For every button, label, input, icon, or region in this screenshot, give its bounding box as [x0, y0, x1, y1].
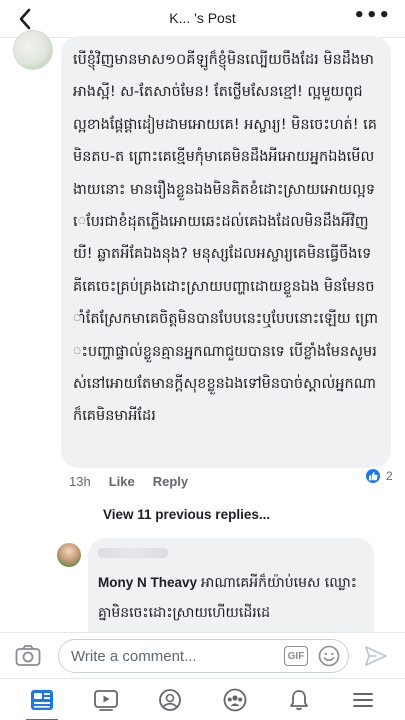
reaction-summary[interactable]: 2 — [364, 467, 393, 485]
more-options-button[interactable]: ••• — [353, 5, 391, 26]
send-button[interactable] — [364, 645, 388, 667]
gif-button[interactable]: GIF — [284, 646, 308, 666]
reply-author[interactable]: Mony N Theavy — [98, 575, 197, 590]
nav-notifications[interactable] — [279, 683, 319, 717]
emoji-button[interactable] — [318, 645, 340, 667]
news-feed-icon — [31, 689, 54, 710]
reply-button[interactable]: Reply — [153, 474, 188, 489]
groups-icon — [223, 688, 246, 711]
notifications-icon — [289, 689, 308, 710]
watch-icon — [94, 689, 119, 711]
nav-profile[interactable] — [150, 683, 190, 717]
comment-timestamp[interactable]: 13h — [69, 474, 91, 489]
reply-avatar[interactable] — [57, 543, 81, 567]
reply-content: Mony N Theavy អាណាគេអីក៏យ៉ាប់មេស ឈ្លោះគ្ន… — [98, 568, 364, 628]
camera-icon — [15, 645, 41, 666]
reaction-count: 2 — [386, 469, 393, 483]
blurred-name — [98, 548, 168, 558]
top-bar: K... 's Post ••• — [0, 0, 405, 38]
nav-menu[interactable] — [343, 683, 383, 717]
bottom-navigation — [0, 678, 405, 720]
camera-button[interactable] — [14, 643, 42, 669]
post-title: K... 's Post — [169, 10, 236, 26]
like-button[interactable]: Like — [109, 474, 135, 489]
like-icon — [364, 467, 382, 485]
comment-composer: GIF — [0, 632, 405, 678]
menu-icon — [352, 692, 373, 707]
comment-text: បើខ្ញុំវិញមានមាស១០គីឡូក៏ខ្ញុំមិនល្បើយចឹង… — [73, 52, 379, 425]
nav-watch[interactable] — [86, 683, 126, 717]
commenter-avatar[interactable] — [13, 30, 53, 70]
profile-icon — [159, 688, 182, 711]
comment-actions: 13h Like Reply — [69, 474, 188, 489]
emoji-icon — [318, 645, 340, 667]
more-horizontal-icon: ••• — [353, 5, 391, 26]
nav-news-feed[interactable] — [22, 683, 62, 720]
comment-bubble: បើខ្ញុំវិញមានមាស១០គីឡូក៏ខ្ញុំមិនល្បើយចឹង… — [61, 36, 391, 468]
nav-groups[interactable] — [215, 683, 255, 717]
view-previous-replies-link[interactable]: View 11 previous replies... — [103, 507, 270, 522]
send-icon — [365, 646, 387, 666]
